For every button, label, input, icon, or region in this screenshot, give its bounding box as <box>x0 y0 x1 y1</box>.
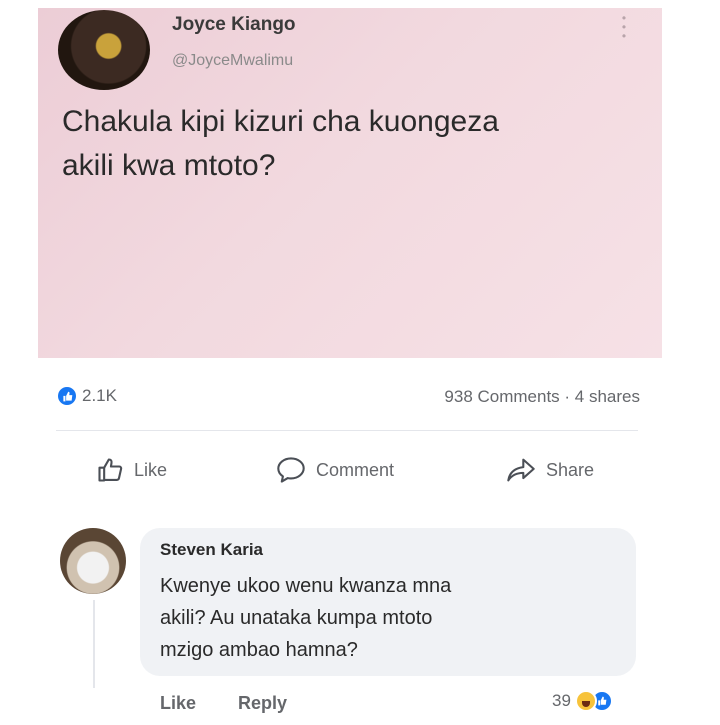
comment-text-line: akili? Au unataka kumpa mtoto <box>160 607 433 629</box>
comment-reply-button[interactable]: Reply <box>238 693 287 714</box>
comments-shares-count[interactable]: 938 Comments · 4 shares <box>444 387 640 407</box>
author-avatar[interactable] <box>58 10 150 90</box>
commenter-avatar[interactable] <box>60 528 126 594</box>
thread-line <box>93 600 95 688</box>
comment-text-line: mzigo ambao hamna? <box>160 639 358 661</box>
comment-button[interactable]: Comment <box>276 456 394 484</box>
author-handle[interactable]: @JoyceMwalimu <box>172 52 293 70</box>
commenter-name[interactable]: Steven Karia <box>160 540 263 560</box>
share-label: Share <box>546 459 595 480</box>
post-card: Joyce Kiango @JoyceMwalimu • • • Chakula k… <box>38 8 662 358</box>
comment-label: Comment <box>316 459 395 480</box>
divider <box>56 430 638 431</box>
share-button[interactable]: Share <box>506 456 594 484</box>
comment-reactions[interactable]: 39 <box>552 690 613 712</box>
like-button[interactable]: Like <box>96 456 167 484</box>
comment-reaction-count: 39 <box>552 691 571 710</box>
comment-text-line: Kwenye ukoo wenu kwanza mna <box>160 575 452 597</box>
thumbs-up-icon <box>98 458 123 482</box>
post-text-line: Chakula kipi kizuri cha kuongeza <box>62 105 499 138</box>
like-label: Like <box>134 459 168 480</box>
haha-icon <box>574 690 597 712</box>
reaction-summary[interactable]: 2.1K <box>56 385 117 407</box>
comment-icon <box>277 457 305 483</box>
reaction-count: 2.1K <box>82 386 117 405</box>
comment-text: Kwenye ukoo wenu kwanza mna akili? Au un… <box>160 570 620 666</box>
comment-like-button[interactable]: Like <box>160 693 196 714</box>
like-reaction-icon <box>56 385 78 407</box>
post-text-line: akili kwa mtoto? <box>62 149 276 182</box>
post-text: Chakula kipi kizuri cha kuongeza akili k… <box>62 100 652 188</box>
more-options-icon[interactable]: • • • <box>618 12 630 42</box>
comment-bubble: Steven Karia Kwenye ukoo wenu kwanza mna… <box>140 528 636 676</box>
share-icon <box>507 458 535 482</box>
author-name[interactable]: Joyce Kiango <box>172 14 296 36</box>
